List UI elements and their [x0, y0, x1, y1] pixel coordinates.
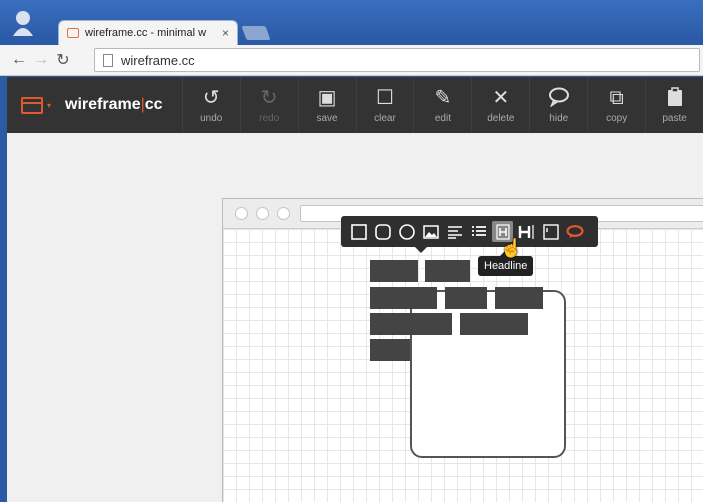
- image-icon[interactable]: [420, 221, 441, 242]
- window-logo-icon[interactable]: [21, 96, 43, 114]
- brand: ▾ wireframe|cc: [7, 77, 182, 133]
- save-button[interactable]: ▣ save: [297, 77, 356, 133]
- page-icon: [103, 53, 113, 67]
- delete-icon: ✕: [492, 86, 510, 109]
- rectangle-icon[interactable]: [348, 221, 369, 242]
- edit-icon: ✎: [434, 86, 452, 109]
- edit-button[interactable]: ✎ edit: [413, 77, 471, 133]
- paste-label: paste: [662, 112, 687, 124]
- redo-button[interactable]: ↻ redo: [239, 77, 298, 133]
- address-bar[interactable]: wireframe.cc: [94, 48, 700, 72]
- undo-icon: ↺: [202, 86, 220, 109]
- favicon-icon: [67, 28, 79, 38]
- tooltip: Headline: [478, 251, 534, 276]
- clear-icon: ☐: [376, 86, 394, 109]
- save-icon: ▣: [317, 86, 337, 109]
- browser-window: wireframe.cc - minimal w × ← → ↻ wirefra…: [0, 0, 703, 502]
- text-block[interactable]: [370, 287, 437, 309]
- paste-button[interactable]: paste: [645, 77, 703, 133]
- text-block[interactable]: [425, 260, 470, 282]
- address-url: wireframe.cc: [121, 52, 195, 68]
- window-dot-icon: [235, 207, 248, 220]
- text-block[interactable]: [370, 260, 418, 282]
- redo-icon: ↻: [260, 86, 278, 109]
- window-dot-icon: [256, 207, 269, 220]
- caret-down-icon[interactable]: ▾: [47, 101, 51, 110]
- copy-label: copy: [606, 112, 628, 124]
- delete-label: delete: [487, 112, 515, 124]
- profile-icon[interactable]: [12, 10, 34, 36]
- undo-label: undo: [200, 112, 223, 124]
- browser-tab[interactable]: wireframe.cc - minimal w ×: [58, 20, 238, 45]
- undo-button[interactable]: ↺ undo: [181, 77, 240, 133]
- clear-label: clear: [374, 112, 396, 124]
- delete-button[interactable]: ✕ delete: [471, 77, 529, 133]
- hide-icon: [548, 87, 570, 111]
- brand-left: wireframe: [65, 96, 141, 113]
- forward-arrow-icon[interactable]: →: [30, 51, 52, 69]
- text-block[interactable]: [445, 287, 487, 309]
- clear-button[interactable]: ☐ clear: [355, 77, 414, 133]
- text-block[interactable]: [370, 339, 410, 361]
- element-context-menu: [341, 216, 598, 253]
- list-icon[interactable]: [468, 221, 489, 242]
- rounded-rectangle-icon[interactable]: [372, 221, 393, 242]
- reload-icon[interactable]: ↻: [52, 50, 74, 70]
- app-toolbar: ▾ wireframe|cc ↺ undo ↻ redo ▣ save ☐ clear …: [7, 77, 703, 133]
- text-block[interactable]: [495, 287, 543, 309]
- redo-label: redo: [259, 112, 280, 124]
- copy-icon: ⧉: [609, 86, 624, 109]
- copy-button[interactable]: ⧉ copy: [587, 77, 645, 133]
- comment-icon[interactable]: [564, 221, 585, 242]
- menu-pointer: [415, 247, 427, 253]
- hide-button[interactable]: hide: [529, 77, 587, 133]
- browser-window-icon[interactable]: [540, 221, 561, 242]
- paste-icon: [666, 86, 684, 111]
- brand-right: cc: [144, 96, 163, 113]
- brand-name: wireframe|cc: [65, 96, 163, 114]
- tab-close-icon[interactable]: ×: [222, 26, 229, 40]
- browser-toolbar: ← → ↻ wireframe.cc: [0, 45, 703, 76]
- back-arrow-icon[interactable]: ←: [8, 51, 30, 69]
- tab-title: wireframe.cc - minimal w: [85, 27, 207, 39]
- edit-label: edit: [434, 112, 451, 124]
- text-block[interactable]: [370, 313, 452, 335]
- window-dot-icon: [277, 207, 290, 220]
- text-block[interactable]: [460, 313, 528, 335]
- circle-icon[interactable]: [396, 221, 417, 242]
- save-label: save: [316, 112, 338, 124]
- hand-cursor-icon: ☝: [500, 238, 523, 258]
- hide-label: hide: [549, 112, 569, 124]
- paragraph-icon[interactable]: [444, 221, 465, 242]
- new-tab-button[interactable]: [241, 26, 271, 40]
